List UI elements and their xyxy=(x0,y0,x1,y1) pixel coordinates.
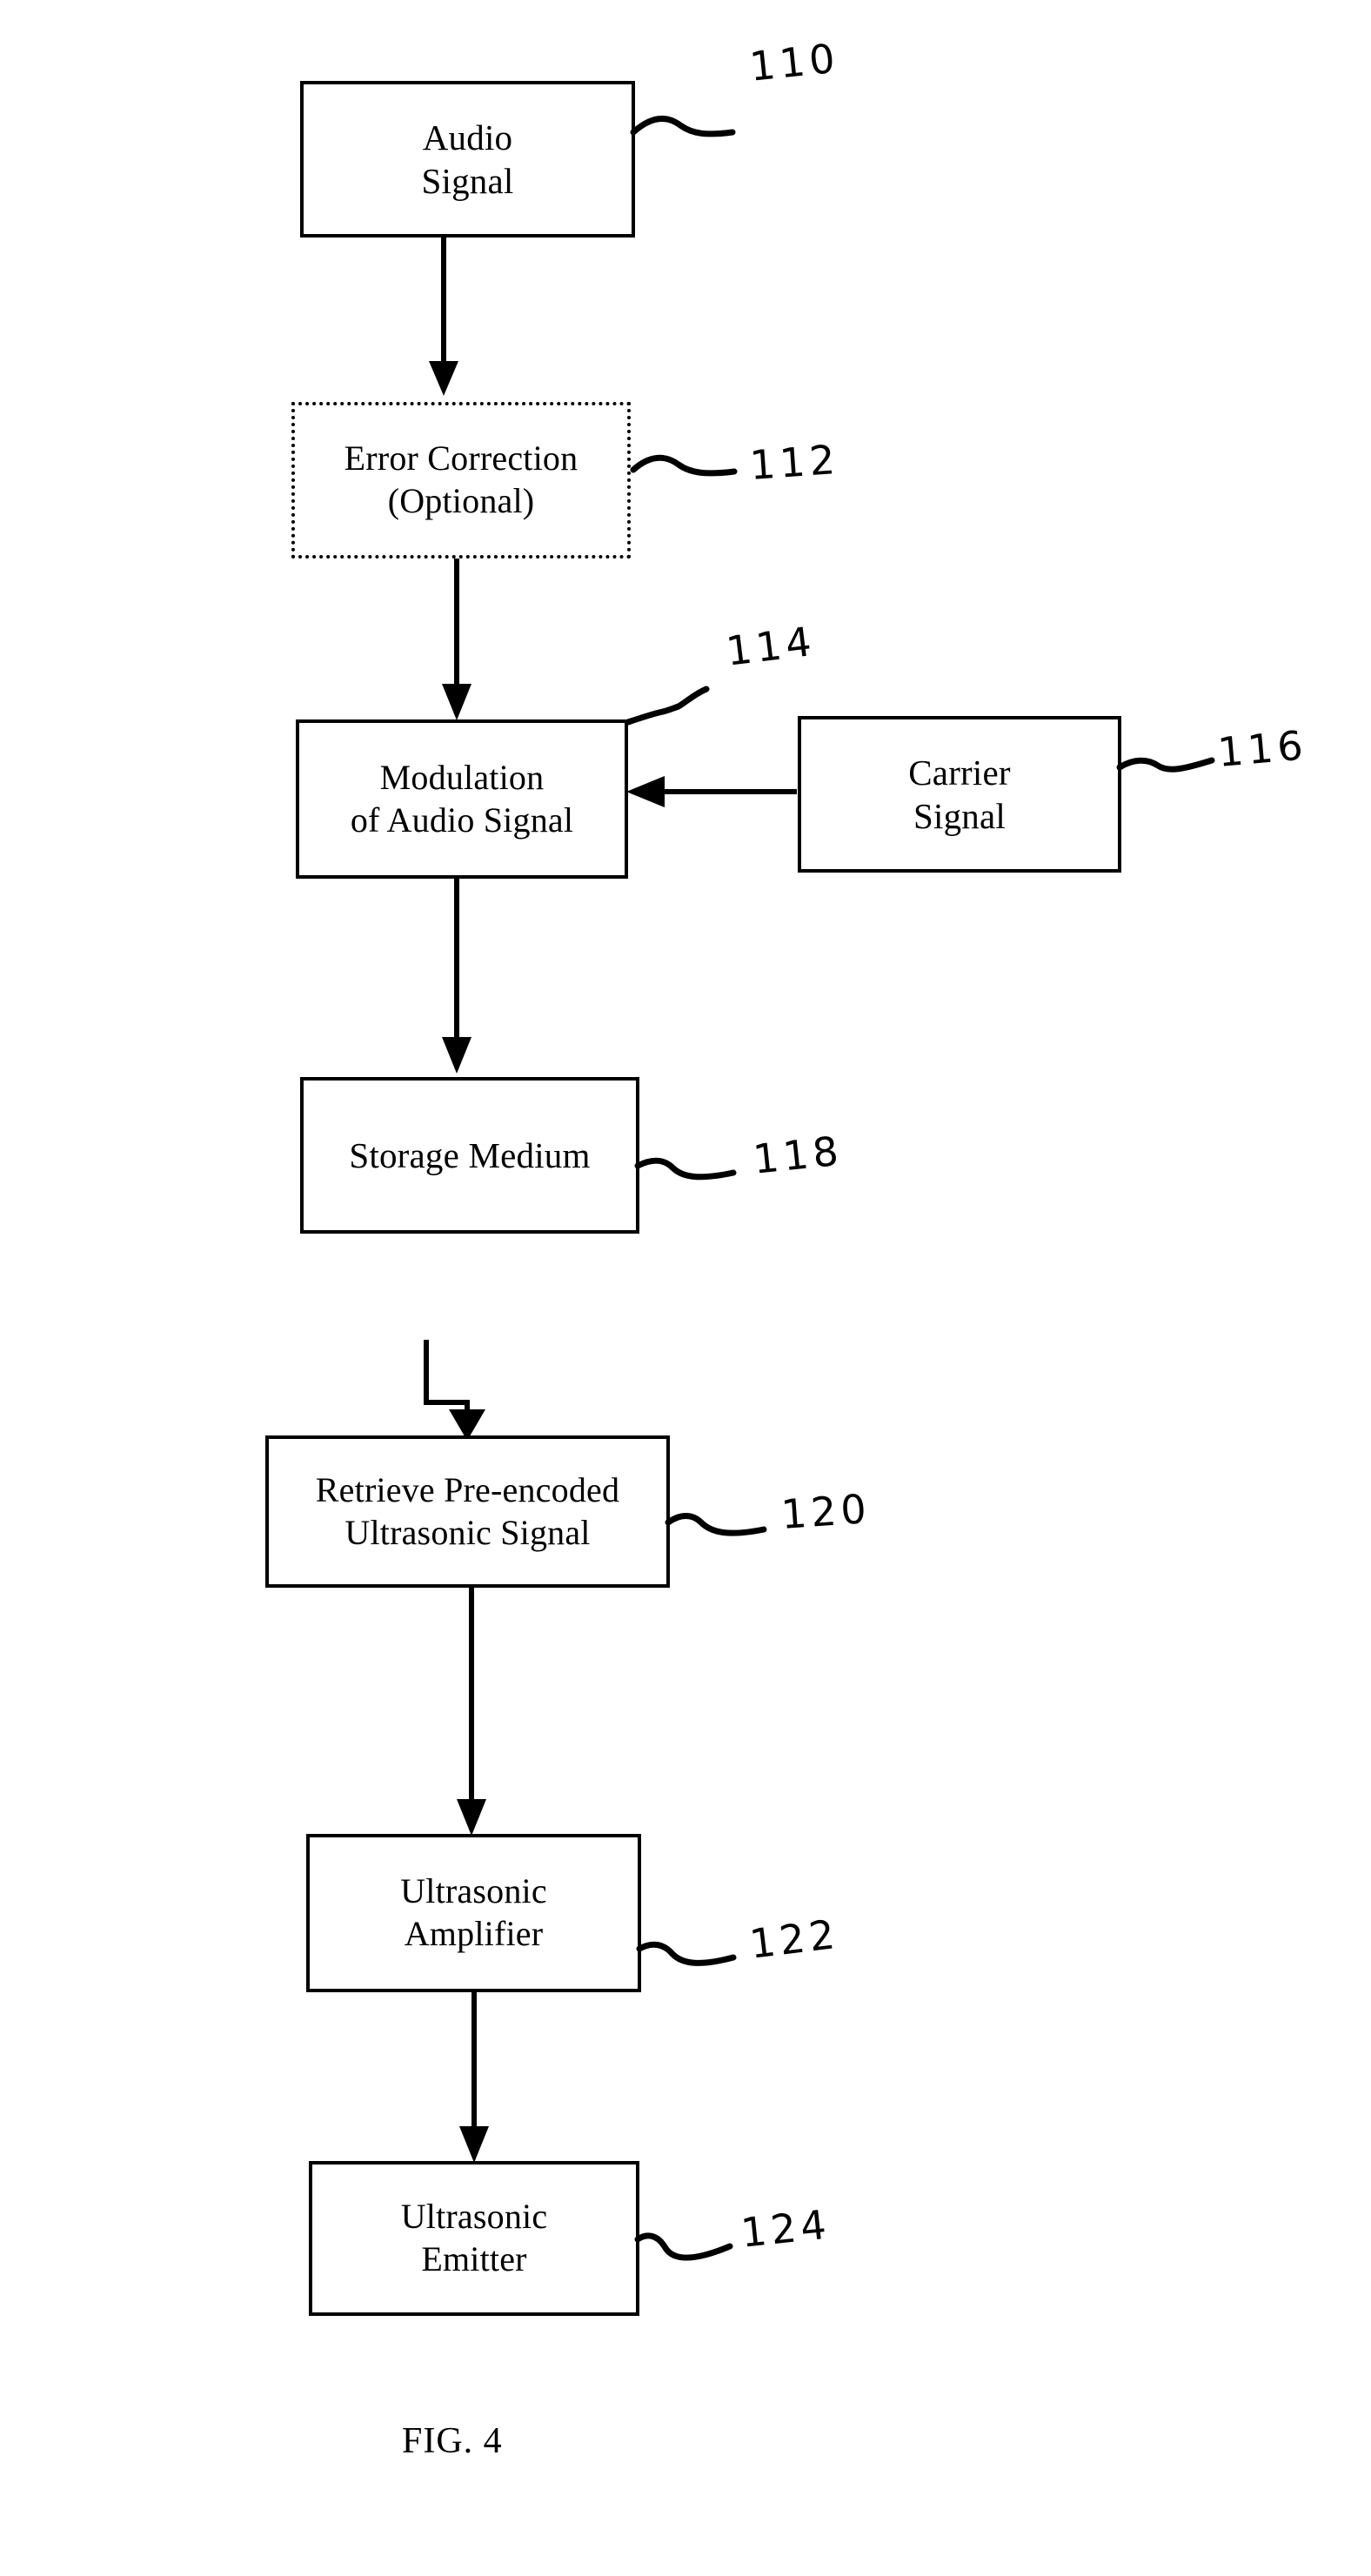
node-ultrasonic-amplifier-line-0: Ultrasonic xyxy=(400,1871,547,1911)
node-ultrasonic-emitter-line-0: Ultrasonic xyxy=(400,2197,548,2237)
connector-audio-to-error-correction xyxy=(429,238,483,398)
figure-caption: FIG. 4 xyxy=(402,2421,503,2461)
node-retrieve-signal-line-1: Ultrasonic Signal xyxy=(344,1512,591,1552)
node-retrieve-signal: Retrieve Pre-encoded Ultrasonic Signal xyxy=(265,1435,670,1588)
reference-numeral-112: 112 xyxy=(748,435,841,489)
connector-modulation-to-storage-medium xyxy=(442,879,496,1077)
connector-retrieve-signal-to-ultrasonic-amplifier xyxy=(457,1588,511,1840)
node-ultrasonic-emitter-line-1: Emitter xyxy=(421,2239,527,2278)
node-error-correction: Error Correction (Optional) xyxy=(291,402,631,559)
reference-numeral-114: 114 xyxy=(723,617,819,675)
node-ultrasonic-amplifier: Ultrasonic Amplifier xyxy=(306,1834,641,1992)
connector-ultrasonic-amplifier-to-ultrasonic-emitter xyxy=(459,1992,513,2166)
reference-numeral-124: 124 xyxy=(739,2200,833,2257)
node-audio-signal-line-0: Audio xyxy=(422,117,513,157)
node-storage-medium: Storage Medium xyxy=(300,1077,639,1234)
connector-carrier-to-modulation xyxy=(623,774,806,809)
reference-numeral-118: 118 xyxy=(751,1127,846,1183)
node-modulation-line-1: of Audio Signal xyxy=(350,800,574,840)
node-carrier-signal: Carrier Signal xyxy=(798,716,1121,873)
node-retrieve-signal-line-0: Retrieve Pre-encoded xyxy=(315,1469,620,1509)
node-storage-medium-line-0: Storage Medium xyxy=(349,1134,591,1175)
reference-numeral-116: 116 xyxy=(1215,721,1309,776)
node-carrier-signal-line-1: Signal xyxy=(913,796,1006,836)
leader-line-114 xyxy=(609,677,766,746)
node-error-correction-line-1: (Optional) xyxy=(387,481,535,520)
node-modulation-line-0: Modulation xyxy=(379,757,545,797)
connector-storage-medium-to-retrieve-signal xyxy=(396,1340,535,1449)
node-ultrasonic-amplifier-line-1: Amplifier xyxy=(404,1914,544,1953)
node-modulation: Modulation of Audio Signal xyxy=(296,719,628,879)
reference-numeral-120: 120 xyxy=(779,1484,873,1538)
reference-numeral-122: 122 xyxy=(746,1910,842,1968)
node-audio-signal: Audio Signal xyxy=(300,81,635,238)
patent-figure-page: Audio Signal 110 Error Correction (Optio… xyxy=(0,0,1371,2576)
node-audio-signal-line-1: Signal xyxy=(421,161,514,201)
node-carrier-signal-line-0: Carrier xyxy=(908,752,1011,793)
node-ultrasonic-emitter: Ultrasonic Emitter xyxy=(309,2161,639,2316)
node-error-correction-line-0: Error Correction xyxy=(344,438,578,478)
leader-line-110 xyxy=(630,103,788,155)
connector-error-correction-to-modulation xyxy=(442,559,496,724)
reference-numeral-110: 110 xyxy=(747,34,842,90)
